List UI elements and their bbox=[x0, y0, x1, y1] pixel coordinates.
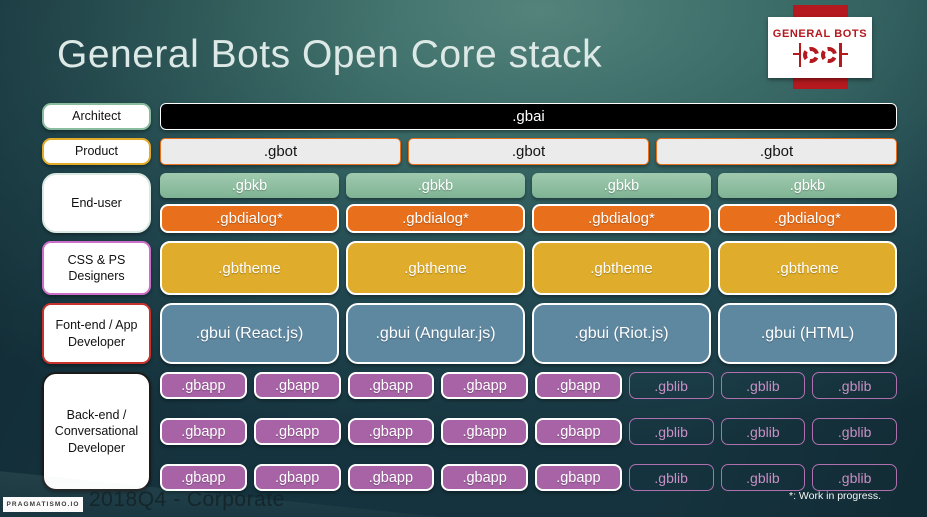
gbapp-box: .gbapp bbox=[253, 418, 341, 445]
gbui-box: .gbui (HTML) bbox=[718, 303, 897, 364]
gblib-box: .gblib bbox=[628, 372, 714, 399]
gears-icon bbox=[793, 42, 847, 68]
band-architect: Architect .gbai bbox=[42, 103, 897, 130]
work-in-progress-note: *: Work in progress. bbox=[788, 490, 881, 502]
general-bots-logo: GENERAL BOTS bbox=[768, 17, 872, 78]
gbui-box: .gbui (Riot.js) bbox=[532, 303, 711, 364]
gblib-box: .gblib bbox=[628, 418, 714, 445]
pragmatismo-logo: PRAGMATISMO.IO bbox=[3, 497, 83, 512]
gbapp-box: .gbapp bbox=[535, 372, 622, 399]
row-label-designers: CSS & PS Designers bbox=[42, 241, 151, 295]
band-frontend: Font-end / App Developer .gbui (React.js… bbox=[42, 303, 897, 364]
page-title: General Bots Open Core stack bbox=[57, 33, 603, 76]
footer-version-text: 2018Q4 - Corporate bbox=[89, 488, 285, 511]
row-label-backend: Back-end / Conversational Developer bbox=[42, 372, 151, 491]
gblib-box: .gblib bbox=[720, 418, 806, 445]
gear-bar-right bbox=[839, 42, 847, 67]
gbapp-box: .gbapp bbox=[347, 418, 435, 445]
row-label-frontend: Font-end / App Developer bbox=[42, 303, 151, 364]
gblib-box: .gblib bbox=[720, 372, 806, 399]
gbapp-box: .gbapp bbox=[347, 372, 435, 399]
gbkb-box: .gbkb bbox=[346, 173, 525, 198]
row-label-end-user: End-user bbox=[42, 173, 151, 233]
gbot-box: .gbot bbox=[160, 138, 401, 165]
gbkb-box: .gbkb bbox=[532, 173, 711, 198]
row-label-product: Product bbox=[42, 138, 151, 165]
gear-bar-left bbox=[793, 42, 801, 67]
gbdialog-box: .gbdialog* bbox=[718, 204, 897, 233]
band-end-user: End-user .gbkb .gbkb .gbkb .gbkb .gbdial… bbox=[42, 173, 897, 233]
gbui-box: .gbui (React.js) bbox=[160, 303, 339, 364]
gbtheme-box: .gbtheme bbox=[532, 241, 711, 295]
gbot-box: .gbot bbox=[656, 138, 897, 165]
band-backend: Back-end / Conversational Developer .gba… bbox=[42, 372, 897, 491]
gbdialog-box: .gbdialog* bbox=[532, 204, 711, 233]
gbapp-box: .gbapp bbox=[441, 464, 528, 491]
stack-diagram: Architect .gbai Product .gbot .gbot .gbo… bbox=[42, 103, 897, 491]
slide: General Bots Open Core stack GENERAL BOT… bbox=[0, 0, 927, 517]
gbapp-box: .gbapp bbox=[160, 418, 247, 445]
gbui-box: .gbui (Angular.js) bbox=[346, 303, 525, 364]
gbai-box: .gbai bbox=[160, 103, 897, 130]
gbapp-box: .gbapp bbox=[253, 372, 341, 399]
gbtheme-box: .gbtheme bbox=[346, 241, 525, 295]
gbot-box: .gbot bbox=[408, 138, 649, 165]
gbapp-box: .gbapp bbox=[441, 418, 528, 445]
gear-icon bbox=[803, 46, 819, 63]
gblib-box: .gblib bbox=[812, 418, 897, 445]
gbapp-box: .gbapp bbox=[160, 464, 247, 491]
gbtheme-box: .gbtheme bbox=[718, 241, 897, 295]
gblib-box: .gblib bbox=[720, 464, 806, 491]
gbkb-box: .gbkb bbox=[718, 173, 897, 198]
gbtheme-box: .gbtheme bbox=[160, 241, 339, 295]
band-designers: CSS & PS Designers .gbtheme .gbtheme .gb… bbox=[42, 241, 897, 295]
gbapp-box: .gbapp bbox=[253, 464, 341, 491]
row-label-architect: Architect bbox=[42, 103, 151, 130]
gbapp-box: .gbapp bbox=[347, 464, 435, 491]
gbapp-box: .gbapp bbox=[535, 464, 622, 491]
gbapp-box: .gbapp bbox=[160, 372, 247, 399]
gblib-box: .gblib bbox=[812, 372, 897, 399]
band-product: Product .gbot .gbot .gbot bbox=[42, 138, 897, 165]
gbapp-box: .gbapp bbox=[441, 372, 528, 399]
gbkb-box: .gbkb bbox=[160, 173, 339, 198]
gbapp-box: .gbapp bbox=[535, 418, 622, 445]
gblib-box: .gblib bbox=[628, 464, 714, 491]
logo-brand-text: GENERAL BOTS bbox=[772, 27, 868, 40]
gear-icon bbox=[821, 46, 837, 63]
gbdialog-box: .gbdialog* bbox=[346, 204, 525, 233]
gblib-box: .gblib bbox=[812, 464, 897, 491]
gbdialog-box: .gbdialog* bbox=[160, 204, 339, 233]
